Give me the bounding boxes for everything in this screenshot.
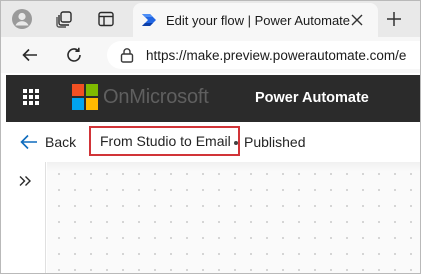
new-tab-icon[interactable] [385, 10, 403, 28]
flow-designer-canvas[interactable] [47, 162, 420, 273]
app-name[interactable]: Power Automate [255, 90, 369, 106]
flow-status: Published [244, 134, 306, 150]
side-panel-rail [6, 162, 46, 273]
tab-strip: Edit your flow | Power Automate [1, 1, 420, 37]
browser-window: Edit your flow | Power Automate https://… [0, 0, 421, 274]
tab-title: Edit your flow | Power Automate [166, 12, 351, 28]
app-launcher-icon[interactable] [23, 89, 39, 105]
workspaces-button[interactable] [51, 7, 77, 31]
flow-name[interactable]: From Studio to Email [89, 126, 240, 156]
canvas-shadow [47, 162, 420, 172]
app-header: OnMicrosoft Power Automate [6, 75, 420, 122]
lock-icon[interactable] [120, 47, 134, 63]
vertical-tabs-icon [98, 11, 114, 27]
address-bar[interactable]: https://make.preview.powerautomate.com/e [107, 41, 420, 69]
command-bar: Back From Studio to Email Published [6, 122, 420, 162]
power-automate-icon [142, 14, 156, 26]
url-text: https://make.preview.powerautomate.com/e [146, 47, 407, 63]
microsoft-logo [72, 84, 98, 110]
close-tab-icon[interactable] [350, 13, 364, 27]
profile-icon [12, 9, 32, 29]
separator-dot [234, 141, 238, 145]
arrow-left-icon [20, 134, 37, 150]
workspaces-icon [56, 11, 72, 28]
browser-toolbar: https://make.preview.powerautomate.com/e [1, 37, 420, 73]
refresh-icon[interactable] [65, 46, 83, 64]
org-name: OnMicrosoft [103, 86, 209, 108]
expand-panel-icon[interactable] [18, 174, 32, 188]
vertical-tabs-button[interactable] [93, 7, 119, 31]
back-arrow-icon[interactable] [21, 46, 39, 64]
back-label: Back [45, 134, 77, 150]
back-button[interactable]: Back [20, 131, 76, 153]
profile-button[interactable] [9, 7, 35, 31]
active-tab[interactable]: Edit your flow | Power Automate [133, 3, 378, 37]
